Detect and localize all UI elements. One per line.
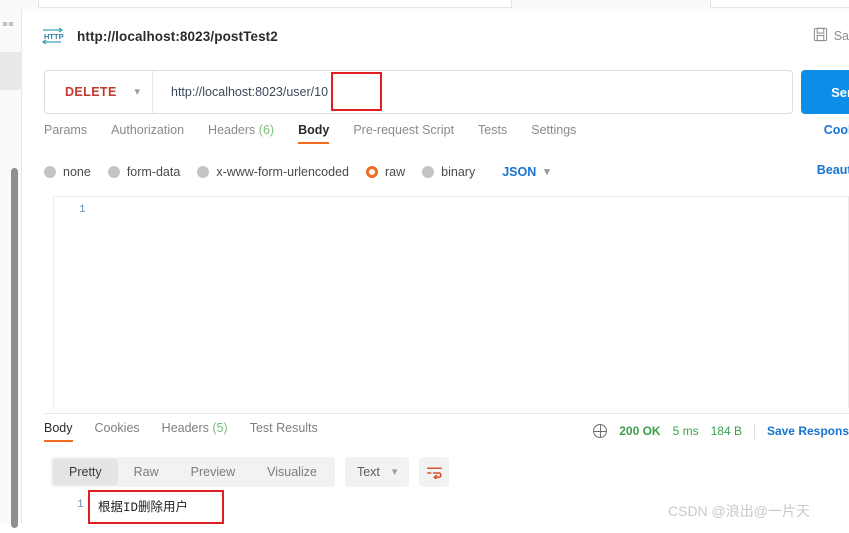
radio-label: x-www-form-urlencoded [216,165,349,179]
response-tab-cookies[interactable]: Cookies [95,421,140,442]
response-size: 184 B [710,424,742,438]
view-mode-label: Preview [190,465,236,479]
request-response-pane: HTTP http://localhost:8023/postTest2 Sa … [22,9,849,524]
response-format-select[interactable]: Text ▾ [344,457,410,487]
response-tab-headers[interactable]: Headers (5) [162,421,228,442]
body-type-urlencoded[interactable]: x-www-form-urlencoded [197,165,349,179]
body-type-none[interactable]: none [44,165,91,179]
response-view-toolbar: Pretty Raw Preview Visualize Text ▾ [51,457,450,487]
response-tab-test-results[interactable]: Test Results [250,421,318,442]
response-divider [44,413,849,414]
response-status-bar: 200 OK 5 ms 184 B Save Respons [593,423,849,439]
radio-icon-selected [366,166,378,178]
body-type-binary[interactable]: binary [422,165,475,179]
view-mode-preview[interactable]: Preview [175,459,251,485]
response-tabs: Body Cookies Headers (5) Test Results [44,421,318,445]
tab-count: (6) [258,123,275,137]
send-button[interactable]: Send [801,70,849,114]
watermark: CSDN @浪出@一片天 [668,503,810,519]
tab-authorization[interactable]: Authorization [111,123,184,144]
tab-label: Pre-request Script [353,123,455,137]
tab-label: Body [298,123,330,137]
tab-label: Body [44,421,73,435]
http-method-label: DELETE [65,85,117,99]
tab-label: Headers [161,421,209,435]
save-response-link[interactable]: Save Respons [767,424,849,438]
sidebar-scrollbar[interactable] [11,168,18,528]
radio-label: raw [385,165,406,179]
view-mode-label: Raw [133,465,159,479]
radio-label: binary [441,165,476,179]
radio-icon [422,166,435,178]
url-bar: DELETE ▾ http://localhost:8023/user/10 [44,70,793,114]
open-tab-secondary[interactable] [710,0,849,8]
response-body-text: 根据ID删除用户 [98,501,189,515]
tab-label: Test Results [249,421,318,435]
svg-text:HTTP: HTTP [44,32,64,41]
view-mode-visualize[interactable]: Visualize [251,459,333,485]
response-line-number: 1 [77,499,84,511]
tab-label: Settings [531,123,577,137]
sidebar-collapsed-item[interactable] [0,52,21,90]
floppy-disk-icon [813,27,828,45]
tab-label: Tests [478,123,508,137]
chevron-down-icon: ▾ [391,465,398,478]
view-mode-label: Pretty [69,465,102,479]
request-tab-strip [0,0,849,9]
sidebar-handle-dots-icon[interactable] [3,20,19,28]
radio-icon [44,166,56,178]
view-mode-raw[interactable]: Raw [118,459,175,485]
beautify-link[interactable]: Beauti [817,163,849,177]
response-time: 5 ms [672,424,699,438]
chevron-down-icon: ▾ [544,165,550,178]
globe-icon [593,424,608,438]
request-tabs: Params Authorization Headers (6) Body Pr… [44,123,849,150]
save-request-group[interactable]: Sa [813,27,849,45]
view-mode-label: Visualize [267,465,317,479]
view-mode-pretty[interactable]: Pretty [53,459,118,485]
tab-label: Params [44,123,88,137]
divider [753,423,755,439]
tab-count: (5) [212,421,228,435]
tab-settings[interactable]: Settings [531,123,576,144]
response-tab-body[interactable]: Body [44,421,73,442]
response-view-mode-group: Pretty Raw Preview Visualize [51,457,335,487]
radio-label: none [63,165,91,179]
status-badge: 200 OK [619,424,661,438]
tab-headers[interactable]: Headers (6) [208,123,274,144]
http-badge-icon: HTTP [41,26,65,46]
word-wrap-icon[interactable] [419,457,450,487]
tab-pre-request-script[interactable]: Pre-request Script [353,123,454,144]
save-request-label: Sa [833,29,849,43]
postman-window: HTTP http://localhost:8023/postTest2 Sa … [0,0,849,528]
page-title: http://localhost:8023/postTest2 [77,28,278,44]
request-title-row: HTTP http://localhost:8023/postTest2 Sa [22,19,849,53]
tab-label: Cookies [94,421,140,435]
raw-format-label: JSON [502,165,537,179]
chevron-down-icon: ▾ [134,85,140,98]
left-sidebar-rail [0,9,22,528]
tab-params[interactable]: Params [44,123,87,144]
response-format-label: Text [356,465,380,479]
cookies-link[interactable]: Cook [824,123,849,137]
radio-label: form-data [126,165,181,179]
body-type-raw[interactable]: raw [366,165,405,179]
tab-label: Headers [208,123,256,137]
raw-format-select[interactable]: JSON ▾ [502,165,550,179]
radio-icon [197,166,210,178]
tab-tests[interactable]: Tests [478,123,507,144]
request-body-editor[interactable]: 1 [53,196,849,408]
body-type-row: none form-data x-www-form-urlencoded raw… [44,162,849,182]
tab-body[interactable]: Body [298,123,330,144]
radio-icon [107,166,120,178]
body-type-form-data[interactable]: form-data [107,165,181,179]
url-input[interactable]: http://localhost:8023/user/10 [153,85,792,99]
open-tab-primary[interactable] [38,0,512,8]
editor-line-number: 1 [79,204,86,216]
http-method-select[interactable]: DELETE ▾ [45,71,153,113]
tab-label: Authorization [111,123,185,137]
